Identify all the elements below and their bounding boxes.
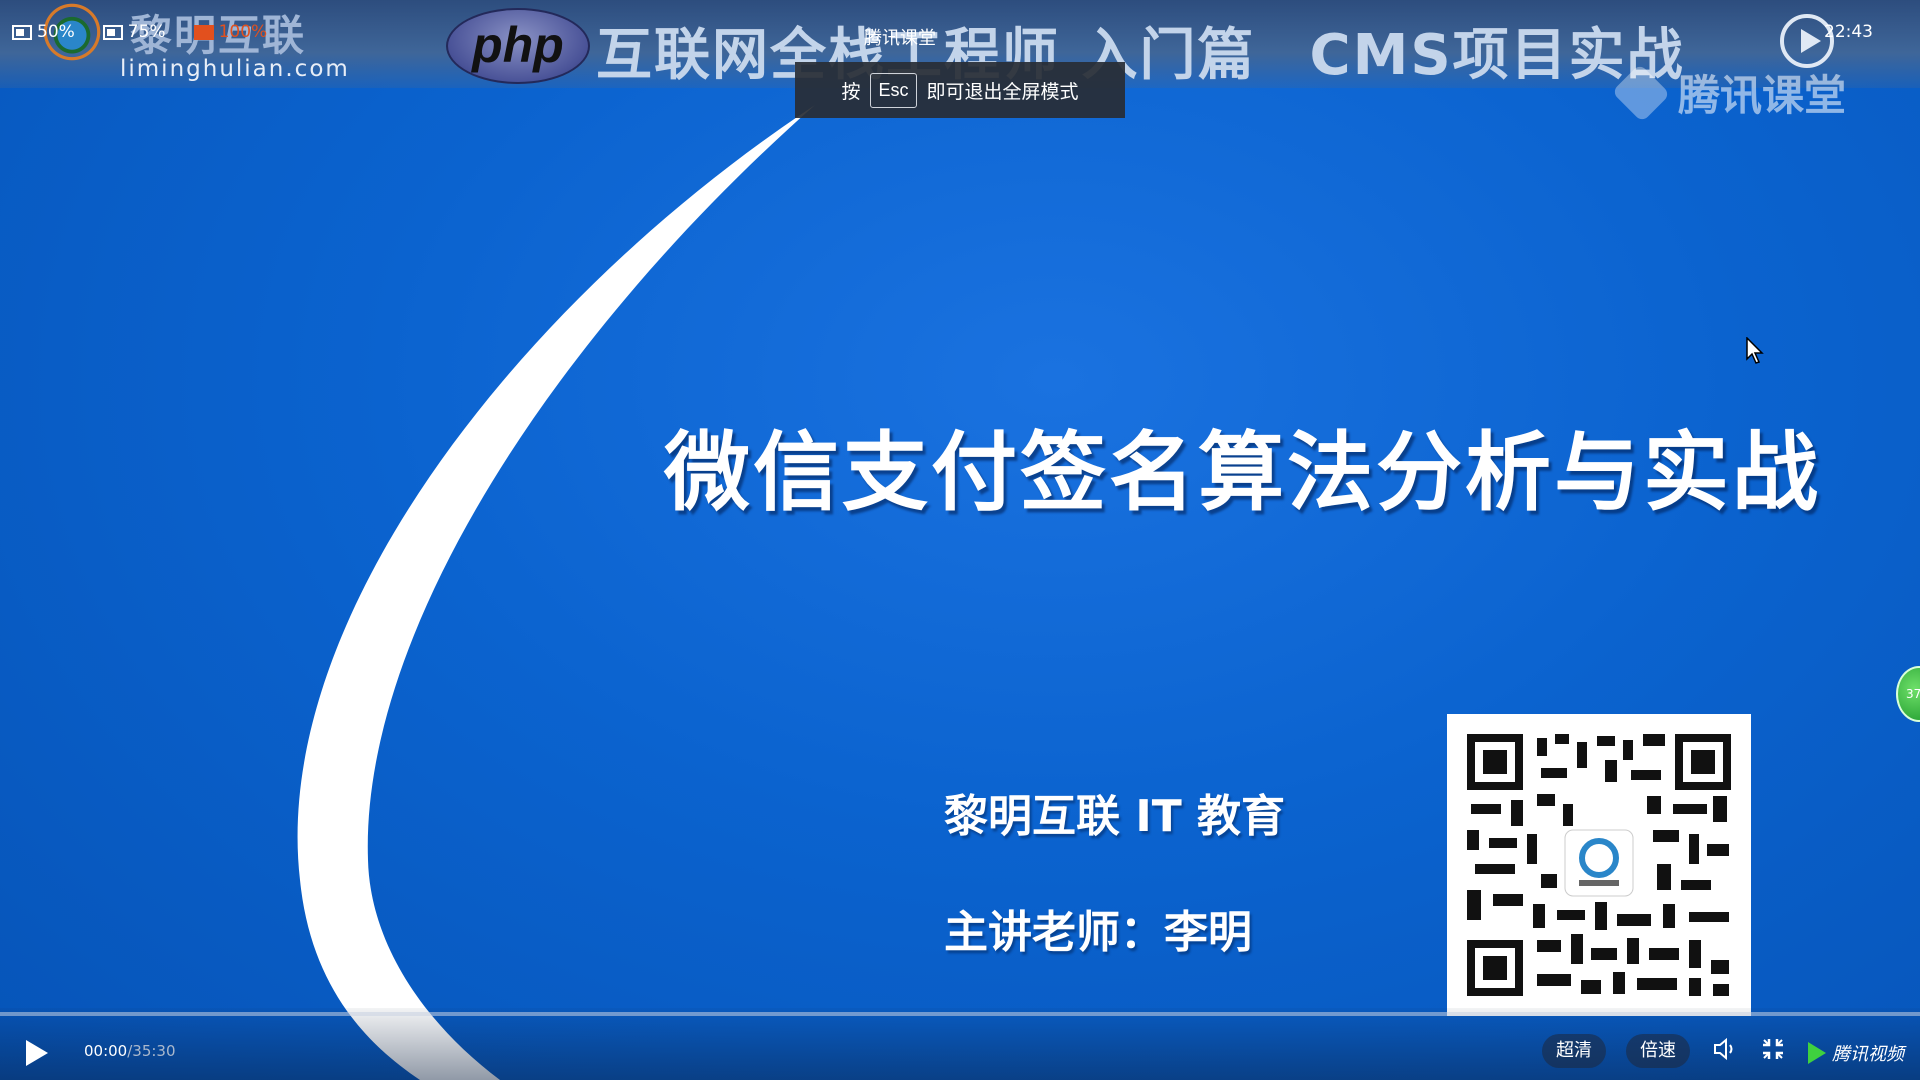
window-size-icon [102, 24, 123, 40]
side-badge-count: 37 [1906, 687, 1920, 701]
zoom-presets: 50% 75% 100% [12, 22, 295, 42]
qr-code [1447, 714, 1751, 1016]
brand-url: liminghulian.com [120, 56, 350, 82]
zoom-100-label: 100% [218, 22, 268, 42]
tencent-classroom-logo-icon [1611, 63, 1671, 122]
php-logo-icon: php [446, 8, 590, 84]
php-logo-text: php [472, 17, 564, 73]
video-frame[interactable]: 黎明互联 liminghulian.com php 互联网全栈工程师 入门篇 CM… [0, 0, 1920, 1080]
slide-organization: 黎明互联 IT 教育 [944, 791, 1286, 842]
esc-key-badge: Esc [870, 72, 917, 108]
exit-fullscreen-hint: 按 Esc 即可退出全屏模式 [795, 62, 1125, 118]
zoom-50-button[interactable]: 50% [12, 22, 75, 42]
zoom-75-label: 75% [127, 22, 166, 42]
clock: 22:43 [1824, 22, 1873, 42]
mouse-cursor-icon [1746, 337, 1764, 364]
slide-teacher: 主讲老师：李明 [944, 907, 1252, 958]
fullscreen-app-label: 腾讯课堂 [864, 28, 936, 49]
tencent-video-brand[interactable]: 腾讯视频 [1808, 1040, 1904, 1066]
current-time: 00:00 [84, 1042, 128, 1060]
volume-icon[interactable] [1712, 1036, 1738, 1062]
window-size-icon [193, 24, 214, 40]
time-display: 00:00/35:30 [84, 1042, 176, 1060]
tencent-video-logo-icon [1808, 1042, 1826, 1064]
qr-code-pattern [1467, 734, 1731, 996]
exit-fullscreen-icon[interactable] [1760, 1036, 1786, 1062]
slide-title: 微信支付签名算法分析与实战 [664, 423, 1821, 523]
window-size-icon [12, 24, 32, 40]
hint-suffix: 即可退出全屏模式 [926, 80, 1079, 103]
speed-button[interactable]: 倍速 [1626, 1034, 1690, 1068]
quality-button[interactable]: 超清 [1542, 1034, 1606, 1068]
hint-prefix: 按 [841, 80, 861, 103]
total-time: /35:30 [127, 1042, 176, 1060]
zoom-75-button[interactable]: 75% [102, 22, 166, 42]
watermark-text: 腾讯课堂 [1678, 71, 1847, 120]
play-icon[interactable] [26, 1040, 52, 1068]
tencent-classroom-watermark: 腾讯课堂 [1611, 62, 1847, 123]
course-title: 互联网全栈工程师 入门篇 CMS项目实战 [596, 10, 1685, 91]
zoom-100-button[interactable]: 100% [193, 22, 268, 42]
zoom-50-label: 50% [37, 22, 75, 42]
tencent-video-label: 腾讯视频 [1832, 1044, 1904, 1065]
progress-bar[interactable] [0, 1012, 1920, 1016]
